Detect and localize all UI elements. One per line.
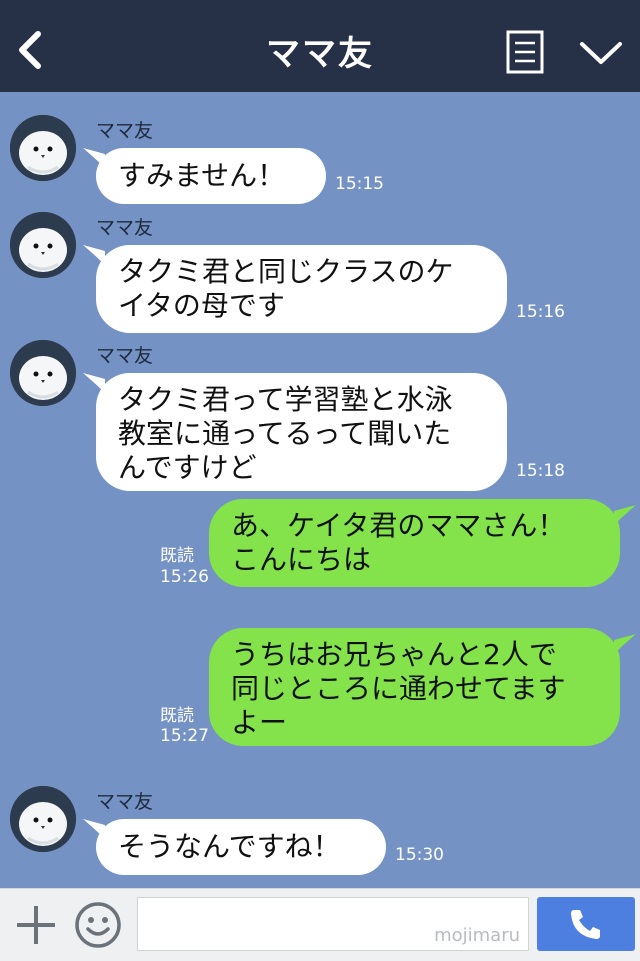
input-bar: mojimaru — [0, 888, 640, 961]
avatar[interactable] — [10, 212, 76, 278]
plus-icon[interactable] — [14, 903, 58, 947]
message-time: 15:16 — [516, 302, 565, 322]
bird-avatar-icon — [10, 212, 76, 278]
message-time: 15:18 — [516, 461, 565, 481]
bird-avatar-icon — [10, 115, 76, 181]
phone-icon — [571, 910, 600, 939]
message-bubble[interactable]: タクミ君って学習塾と水泳 教室に通ってるって聞いた んですけど — [96, 373, 507, 491]
sender-name: ママ友 — [96, 217, 154, 239]
message-text: タクミ君って学習塾と水泳 教室に通ってるって聞いた んですけど — [118, 383, 453, 484]
message-time: 15:15 — [335, 174, 384, 194]
message-time: 15:27 — [160, 726, 209, 746]
sender-name: ママ友 — [96, 791, 154, 813]
message-text: あ、ケイタ君のママさん！ こんにちは — [231, 509, 566, 576]
message-text: うちはお兄ちゃんと2人で 同じところに通わせてます よー — [231, 638, 566, 739]
bird-avatar-icon — [10, 340, 76, 406]
sender-name: ママ友 — [96, 120, 154, 142]
call-button[interactable] — [537, 897, 635, 951]
message-bubble[interactable]: そうなんですね！ — [96, 819, 386, 875]
bird-avatar-icon — [10, 786, 76, 852]
read-receipt: 既読 — [160, 706, 194, 726]
message-time: 15:26 — [160, 567, 209, 587]
message-bubble[interactable]: うちはお兄ちゃんと2人で 同じところに通わせてます よー — [209, 628, 620, 746]
avatar[interactable] — [10, 115, 76, 181]
chat-header: ママ友 — [0, 0, 640, 92]
read-receipt: 既読 — [160, 546, 194, 566]
bubble-tail — [614, 505, 636, 525]
avatar[interactable] — [10, 340, 76, 406]
message-bubble[interactable]: すみません！ — [96, 148, 326, 204]
message-text: そうなんですね！ — [118, 830, 341, 863]
message-text: すみません！ — [118, 159, 286, 192]
message-bubble[interactable]: タクミ君と同じクラスのケ イタの母です — [96, 245, 507, 333]
notes-menu-icon[interactable] — [506, 30, 544, 74]
message-bubble[interactable]: あ、ケイタ君のママさん！ こんにちは — [209, 499, 620, 587]
chevron-down-icon[interactable] — [578, 38, 624, 68]
chat-title: ママ友 — [266, 34, 374, 74]
bubble-tail — [614, 634, 636, 654]
avatar[interactable] — [10, 786, 76, 852]
message-time: 15:30 — [395, 845, 444, 865]
emoji-icon[interactable] — [74, 901, 122, 949]
sender-name: ママ友 — [96, 345, 154, 367]
watermark-text: mojimaru — [434, 925, 520, 946]
message-input[interactable]: mojimaru — [137, 897, 529, 951]
message-text: タクミ君と同じクラスのケ イタの母です — [118, 255, 454, 322]
